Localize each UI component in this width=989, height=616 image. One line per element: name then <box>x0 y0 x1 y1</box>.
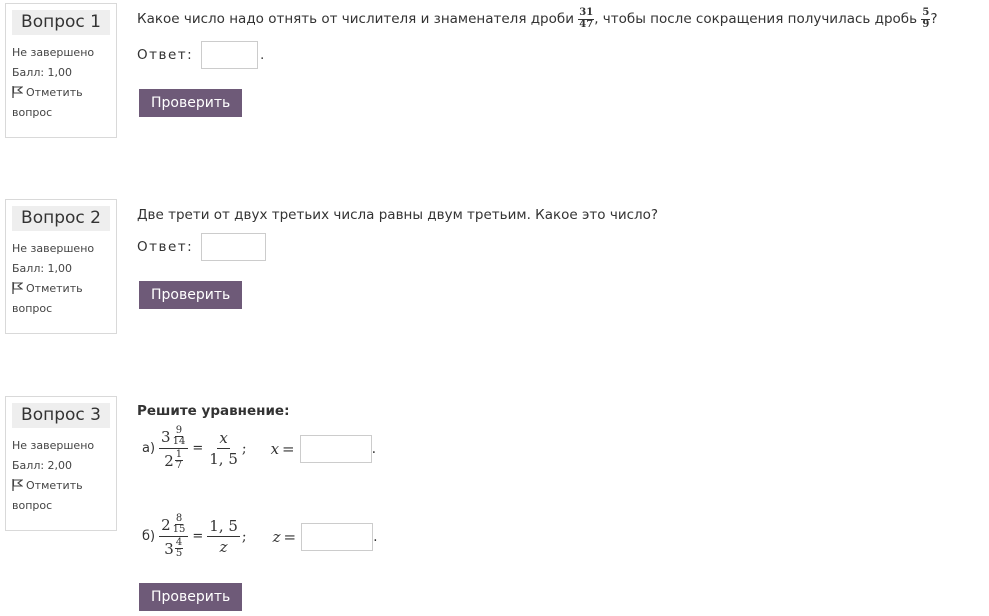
check-button-3[interactable]: Проверить <box>139 583 243 611</box>
period: . <box>371 440 377 457</box>
flag-question-link[interactable]: Отметить вопрос <box>12 476 110 516</box>
mixed-fraction: 1 7 <box>174 450 184 471</box>
flag-icon <box>12 282 23 294</box>
semicolon: ; <box>241 440 247 457</box>
semicolon: ; <box>241 528 247 545</box>
fraction-numerator: x <box>217 429 230 449</box>
fraction-denominator: 1, 5 <box>209 450 238 468</box>
mixed-whole: 3 <box>161 427 171 446</box>
equals-sign: = <box>283 527 297 546</box>
mixed-whole: 2 <box>161 515 171 534</box>
fraction-31-47: 31 47 <box>578 7 595 30</box>
fraction-denominator: z <box>219 538 228 556</box>
flag-question-link[interactable]: Отметить вопрос <box>12 279 110 319</box>
complex-fraction: 2 8 15 3 4 5 <box>159 514 189 559</box>
question-info-2: Вопрос 2 Не завершено Балл: 1,00 Отметит… <box>5 199 117 334</box>
fraction-numerator: 2 8 15 <box>159 514 189 537</box>
question-score: Балл: 2,00 <box>12 459 73 472</box>
equals-sign: = <box>192 441 204 456</box>
question-text-part: ? <box>930 11 938 27</box>
equals-sign: = <box>282 439 295 458</box>
question-status: Не завершено <box>12 439 95 452</box>
fraction-denominator: 3 4 5 <box>162 537 185 559</box>
mixed-fraction: 8 15 <box>172 514 187 535</box>
fraction-numerator: 1, 5 <box>207 517 240 537</box>
fraction-numerator: 5 <box>921 7 931 20</box>
equals-sign: = <box>192 529 204 544</box>
question-score: Балл: 1,00 <box>12 66 73 79</box>
answer-row-2: Ответ: <box>137 233 267 261</box>
question-info-1: Вопрос 1 Не завершено Балл: 1,00 Отметит… <box>5 3 117 138</box>
equation-a: а) 3 9 14 2 1 7 = x 1, 5 ; x = . <box>142 426 376 471</box>
fraction-denominator: 5 <box>175 548 183 559</box>
fraction-denominator: 14 <box>172 436 186 447</box>
mixed-fraction: 4 5 <box>174 538 184 559</box>
question-3-heading: Решите уравнение: <box>137 403 290 419</box>
period: . <box>373 528 378 545</box>
check-button-1[interactable]: Проверить <box>139 89 243 117</box>
variable-label: z <box>272 527 281 546</box>
mixed-fraction: 9 14 <box>172 426 187 447</box>
complex-fraction: 3 9 14 2 1 7 <box>159 426 189 471</box>
answer-input-2[interactable] <box>201 233 267 261</box>
check-button-2[interactable]: Проверить <box>139 281 243 309</box>
flag-icon <box>12 86 23 98</box>
fraction-denominator: 47 <box>579 18 594 30</box>
rhs-fraction: x 1, 5 <box>207 429 240 468</box>
fraction-numerator: 31 <box>578 7 595 20</box>
fraction-denominator: 15 <box>172 524 186 535</box>
question-status: Не завершено <box>12 242 95 255</box>
answer-input-x[interactable] <box>299 434 372 463</box>
question-2-text: Две трети от двух третьих числа равны дв… <box>137 207 659 223</box>
question-info-3: Вопрос 3 Не завершено Балл: 2,00 Отметит… <box>5 396 117 531</box>
period: . <box>260 47 265 63</box>
question-number: Вопрос 3 <box>12 403 110 428</box>
answer-input-z[interactable] <box>301 522 374 551</box>
question-text-part: Какое число надо отнять от числителя и з… <box>137 11 574 27</box>
flag-question-link[interactable]: Отметить вопрос <box>12 83 110 123</box>
question-number: Вопрос 2 <box>12 206 110 231</box>
fraction-denominator: 2 1 7 <box>162 449 185 471</box>
equation-b: б) 2 8 15 3 4 5 = 1, 5 z ; z = . <box>142 514 378 559</box>
answer-input-1[interactable] <box>201 41 259 69</box>
answer-label: Ответ: <box>137 239 194 255</box>
question-status: Не завершено <box>12 46 95 59</box>
question-score: Балл: 1,00 <box>12 262 73 275</box>
rhs-fraction: 1, 5 z <box>207 517 240 556</box>
mixed-whole: 3 <box>164 539 174 558</box>
mixed-whole: 2 <box>164 451 174 470</box>
equation-label: б) <box>142 529 156 544</box>
question-number: Вопрос 1 <box>12 10 110 35</box>
fraction-denominator: 9 <box>922 18 930 30</box>
equation-label: а) <box>142 441 156 456</box>
flag-icon <box>12 479 23 491</box>
question-text-part: , чтобы после сокращения получилась дроб… <box>594 11 918 27</box>
question-1-text: Какое число надо отнять от числителя и з… <box>137 7 938 30</box>
fraction-numerator: 3 9 14 <box>159 426 189 449</box>
fraction-5-9: 5 9 <box>921 7 931 30</box>
answer-row-1: Ответ: . <box>137 41 264 69</box>
answer-label: Ответ: <box>137 47 194 63</box>
variable-label: x <box>270 439 280 458</box>
fraction-denominator: 7 <box>175 460 183 471</box>
